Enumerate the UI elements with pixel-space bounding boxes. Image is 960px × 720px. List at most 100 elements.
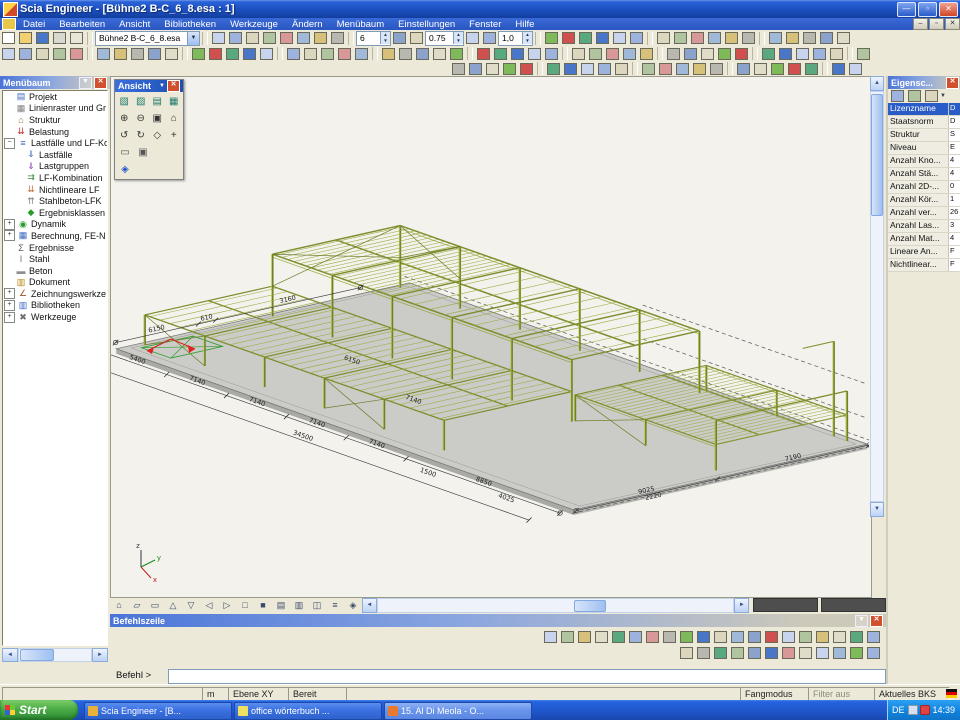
toolbar-icon[interactable] bbox=[818, 31, 835, 45]
property-row[interactable]: Anzahl Stä...4 bbox=[888, 168, 960, 181]
tree-item-project[interactable]: ▤Projekt bbox=[3, 91, 107, 103]
property-row[interactable]: Anzahl 2D-...0 bbox=[888, 181, 960, 194]
property-value[interactable]: E bbox=[948, 142, 960, 154]
document-combobox[interactable]: Bühne2 B-C_6_8.esa▼ bbox=[95, 31, 200, 46]
toolbar-icon[interactable] bbox=[733, 47, 750, 61]
toolbar-icon[interactable] bbox=[408, 31, 425, 45]
ansicht-header[interactable]: Ansicht ▼ ✕ bbox=[115, 80, 183, 92]
menu-ansicht[interactable]: Ansicht bbox=[112, 19, 157, 30]
property-value[interactable]: D bbox=[948, 103, 960, 115]
menu-menbaum[interactable]: Menübaum bbox=[330, 19, 392, 30]
property-value[interactable]: 26 bbox=[948, 207, 960, 219]
plus-expander-icon[interactable]: + bbox=[4, 288, 15, 299]
command-toolbar-icon[interactable] bbox=[797, 646, 814, 660]
close-button[interactable]: ✕ bbox=[939, 2, 958, 17]
toolbar-icon[interactable] bbox=[835, 31, 852, 45]
toolbar-icon[interactable] bbox=[562, 62, 579, 76]
view-mode-icon[interactable]: ▭ bbox=[146, 597, 164, 613]
open-icon[interactable] bbox=[17, 31, 34, 45]
toolbar-icon[interactable] bbox=[716, 47, 733, 61]
toolbar-icon[interactable] bbox=[786, 62, 803, 76]
scroll-thumb[interactable] bbox=[871, 94, 883, 216]
command-toolbar-icon[interactable] bbox=[780, 646, 797, 660]
taskbar-task-2[interactable]: 15. Al Di Meola - O... bbox=[384, 702, 532, 720]
tree-item-tools[interactable]: +✖Werkzeuge bbox=[3, 311, 107, 323]
toolbar-icon[interactable] bbox=[579, 62, 596, 76]
close-icon[interactable]: ✕ bbox=[946, 77, 959, 89]
property-row[interactable]: StaatsnormD bbox=[888, 116, 960, 129]
toolbar-icon[interactable] bbox=[336, 47, 353, 61]
tree-item-drawing[interactable]: +∠Zeichnungswerkze bbox=[3, 288, 107, 300]
command-toolbar-icon[interactable] bbox=[814, 646, 831, 660]
view-icon[interactable]: ▣ bbox=[149, 110, 166, 127]
toolbar-icon[interactable] bbox=[570, 47, 587, 61]
tray-app-icon[interactable] bbox=[908, 705, 918, 715]
command-input[interactable] bbox=[168, 669, 886, 684]
toolbar-icon[interactable] bbox=[594, 31, 611, 45]
toolbar-icon[interactable] bbox=[665, 47, 682, 61]
tree-item-concrete[interactable]: ▬Beton bbox=[3, 265, 107, 277]
toolbar-icon[interactable] bbox=[621, 47, 638, 61]
toolbar-icon[interactable] bbox=[467, 62, 484, 76]
restore-button[interactable]: ▫ bbox=[918, 2, 937, 17]
view-mode-icon[interactable]: ▥ bbox=[290, 597, 308, 613]
zoom-icon[interactable] bbox=[672, 31, 689, 45]
toolbar-icon[interactable] bbox=[830, 62, 847, 76]
tree-item-clc[interactable]: ⇈Stahlbeton-LFK bbox=[3, 195, 107, 207]
toolbar-icon[interactable] bbox=[855, 47, 872, 61]
property-value[interactable]: 1 bbox=[948, 194, 960, 206]
plus-expander-icon[interactable]: + bbox=[4, 300, 15, 311]
tree-item-loadcases[interactable]: −≡Lastfälle und LF-Ko bbox=[3, 137, 107, 149]
plus-expander-icon[interactable]: + bbox=[4, 219, 15, 230]
toolbar-icon[interactable] bbox=[560, 31, 577, 45]
tray-alert-icon[interactable] bbox=[920, 705, 930, 715]
toolbar-icon[interactable] bbox=[638, 47, 655, 61]
chevron-down-icon[interactable]: ▼ bbox=[159, 83, 165, 89]
toolbar-icon[interactable] bbox=[34, 47, 51, 61]
menu-werkzeuge[interactable]: Werkzeuge bbox=[223, 19, 285, 30]
toolbar-icon[interactable] bbox=[735, 62, 752, 76]
tree-item-lg[interactable]: ⇓Lastgruppen bbox=[3, 161, 107, 173]
toolbar-icon[interactable] bbox=[543, 31, 560, 45]
toolbar-icon[interactable] bbox=[628, 31, 645, 45]
view-mode-icon[interactable]: ◫ bbox=[308, 597, 326, 613]
toolbar-icon[interactable] bbox=[674, 62, 691, 76]
taskbar-task-1[interactable]: office wörterbuch ... bbox=[234, 702, 382, 720]
menu-datei[interactable]: Datei bbox=[16, 19, 52, 30]
toolbar-icon[interactable] bbox=[509, 47, 526, 61]
view-mode-icon[interactable]: ≡ bbox=[326, 597, 344, 613]
pin-icon[interactable]: ▼ bbox=[855, 615, 868, 627]
scroll-left-icon[interactable]: ◄ bbox=[2, 648, 18, 662]
tree-item-dynamics[interactable]: +◉Dynamik bbox=[3, 219, 107, 231]
status-plane[interactable]: Ebene XY bbox=[228, 687, 290, 701]
view-icon[interactable]: ▦ bbox=[166, 93, 183, 110]
tree-item-steel[interactable]: IStahl bbox=[3, 253, 107, 265]
command-toolbar-icon[interactable] bbox=[627, 630, 644, 644]
scroll-down-icon[interactable]: ▼ bbox=[870, 502, 884, 517]
view-mode-icon[interactable]: ⌂ bbox=[110, 597, 128, 613]
toolbar-icon[interactable] bbox=[811, 47, 828, 61]
property-row[interactable]: NiveauE bbox=[888, 142, 960, 155]
toolbar-icon[interactable] bbox=[682, 47, 699, 61]
property-value[interactable]: 0 bbox=[948, 181, 960, 193]
toolbar-icon[interactable] bbox=[431, 47, 448, 61]
command-toolbar-icon[interactable] bbox=[542, 630, 559, 644]
spin-down-icon[interactable]: ▼ bbox=[522, 38, 532, 44]
menutree-hscrollbar[interactable]: ◄ ► bbox=[2, 648, 108, 662]
toolbar-icon[interactable] bbox=[691, 62, 708, 76]
toolbar-icon[interactable] bbox=[258, 47, 275, 61]
toolbar-icon[interactable] bbox=[803, 62, 820, 76]
command-toolbar-icon[interactable] bbox=[678, 646, 695, 660]
toolbar-icon[interactable] bbox=[224, 47, 241, 61]
view-icon[interactable]: ▤ bbox=[149, 93, 166, 110]
toolbar-icon[interactable] bbox=[518, 62, 535, 76]
toolbar-icon[interactable] bbox=[769, 62, 786, 76]
scroll-right-icon[interactable]: ► bbox=[92, 648, 108, 662]
property-value[interactable]: S bbox=[948, 129, 960, 141]
print-preview-icon[interactable] bbox=[68, 31, 85, 45]
command-toolbar-icon[interactable] bbox=[610, 630, 627, 644]
toolbar-icon[interactable] bbox=[261, 31, 278, 45]
view-icon[interactable]: ◈ bbox=[116, 161, 134, 178]
command-toolbar-icon[interactable] bbox=[695, 630, 712, 644]
zoom-icon[interactable] bbox=[723, 31, 740, 45]
